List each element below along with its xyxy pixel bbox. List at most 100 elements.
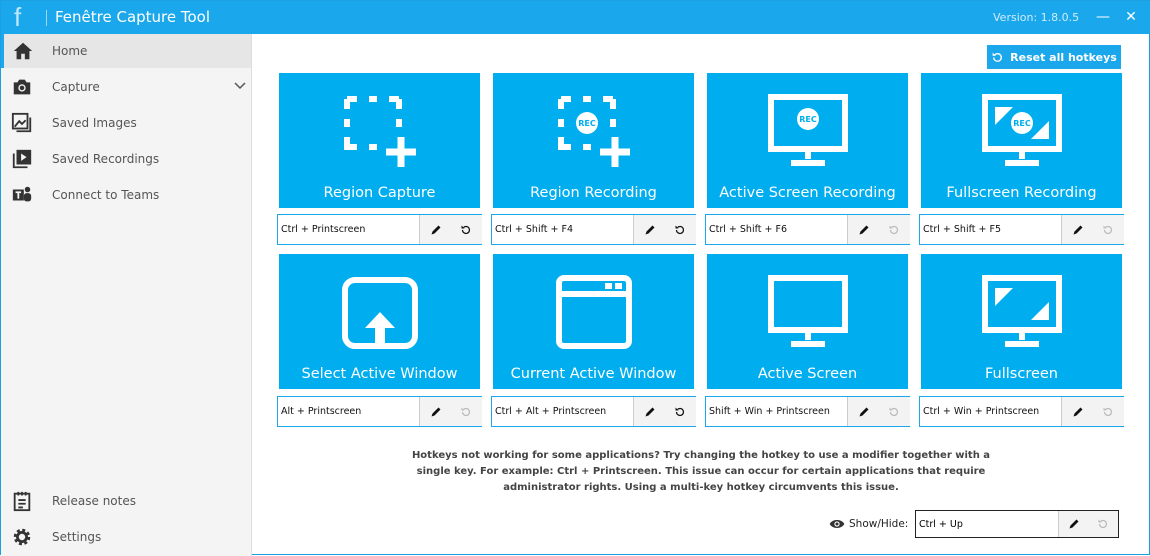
pencil-icon [645, 407, 654, 416]
sidebar-item-home[interactable]: Home [1, 34, 251, 68]
tile-current-active-window[interactable]: Current Active Window [493, 254, 694, 389]
hotkey-field[interactable]: Ctrl + Shift + F4 [491, 214, 696, 245]
reset-hotkey-button[interactable] [450, 215, 482, 244]
region-capture-icon [344, 96, 416, 167]
hotkey-field[interactable]: Ctrl + Alt + Printscreen [491, 396, 696, 427]
hotkey-value: Ctrl + Shift + F5 [923, 224, 1002, 235]
sidebar-item-capture[interactable]: Capture [1, 70, 251, 104]
reset-hotkey-button[interactable] [1092, 215, 1124, 244]
reset-all-hotkeys-button[interactable]: Reset all hotkeys [987, 45, 1121, 69]
hotkey-field[interactable]: Ctrl + Shift + F5 [919, 214, 1124, 245]
reset-icon [992, 52, 1003, 62]
edit-hotkey-button[interactable] [847, 215, 879, 244]
version-label: Version: 1.8.0.5 [993, 11, 1080, 24]
reset-hotkey-button[interactable] [664, 215, 696, 244]
pencil-icon [859, 407, 868, 416]
hotkey-field[interactable]: Ctrl + Printscreen [277, 214, 482, 245]
pencil-icon [1073, 407, 1082, 416]
tile-label: Fullscreen [985, 366, 1058, 382]
reset-hotkey-button[interactable] [1092, 397, 1124, 426]
hotkey-value: Shift + Win + Printscreen [709, 406, 830, 417]
hotkey-value: Ctrl + Printscreen [281, 224, 366, 235]
active-window-icon [556, 275, 632, 349]
screen-recording-icon: REC [768, 94, 848, 166]
undo-icon [1098, 519, 1108, 529]
svg-text:REC: REC [1013, 119, 1031, 128]
reset-all-label: Reset all hotkeys [1010, 50, 1117, 64]
select-window-icon [342, 277, 418, 349]
pencil-icon [431, 407, 440, 416]
edit-hotkey-button[interactable] [847, 397, 879, 426]
reset-hotkey-button[interactable] [1088, 511, 1118, 537]
tile-label: Current Active Window [510, 366, 677, 382]
tile-region-capture[interactable]: Region Capture [279, 73, 480, 208]
gear-icon [13, 528, 31, 546]
undo-icon [889, 407, 899, 416]
tile-region-recording[interactable]: REC Region Recording [493, 73, 694, 208]
fullscreen-icon [982, 275, 1062, 347]
sidebar-item-label: Saved Images [52, 116, 137, 130]
sidebar-item-release-notes[interactable]: Release notes [1, 484, 251, 518]
reset-hotkey-button[interactable] [450, 397, 482, 426]
edit-hotkey-button[interactable] [633, 215, 665, 244]
monitor-icon [768, 275, 848, 347]
fullscreen-recording-icon: REC [982, 94, 1062, 166]
sidebar: Home Capture Saved Images Saved Recordin… [1, 34, 252, 556]
edit-hotkey-button[interactable] [419, 397, 451, 426]
images-icon [11, 112, 32, 133]
eye-icon [829, 520, 845, 528]
pencil-icon [1069, 519, 1078, 529]
camera-icon [13, 79, 31, 95]
sidebar-item-label: Release notes [52, 494, 136, 508]
reset-hotkey-button[interactable] [878, 215, 910, 244]
undo-icon [675, 225, 685, 234]
sidebar-item-connect-teams[interactable]: Connect to Teams [1, 178, 251, 212]
tile-select-active-window[interactable]: Select Active Window [279, 254, 480, 389]
hotkey-field[interactable]: Ctrl + Win + Printscreen [919, 396, 1124, 427]
hotkey-notice: Hotkeys not working for some application… [411, 450, 991, 493]
app-logo: f [14, 2, 22, 32]
sidebar-item-settings[interactable]: Settings [1, 520, 251, 554]
app-title: Fenêtre Capture Tool [55, 8, 211, 26]
hotkey-field[interactable]: Ctrl + Shift + F6 [705, 214, 910, 245]
svg-text:REC: REC [799, 115, 817, 124]
sidebar-item-label: Home [52, 44, 88, 58]
chevron-down-icon[interactable] [234, 79, 246, 91]
tile-fullscreen-recording[interactable]: REC Fullscreen Recording [921, 73, 1122, 208]
sidebar-item-label: Connect to Teams [52, 188, 160, 202]
show-hide-label: Show/Hide: [849, 518, 909, 530]
hotkey-field[interactable]: Shift + Win + Printscreen [705, 396, 910, 427]
tile-label: Select Active Window [301, 366, 458, 382]
pencil-icon [859, 225, 868, 234]
undo-icon [889, 225, 899, 234]
close-button[interactable]: ✕ [1121, 7, 1141, 27]
title-bar: f Fenêtre Capture Tool Version: 1.8.0.5 … [1, 1, 1150, 34]
edit-hotkey-button[interactable] [1061, 215, 1093, 244]
tile-label: Region Capture [323, 185, 436, 201]
show-hide-hotkey-field[interactable]: Ctrl + Up [915, 510, 1119, 538]
tile-fullscreen[interactable]: Fullscreen [921, 254, 1122, 389]
reset-hotkey-button[interactable] [878, 397, 910, 426]
edit-hotkey-button[interactable] [633, 397, 665, 426]
divider [46, 10, 47, 26]
sidebar-item-saved-images[interactable]: Saved Images [1, 106, 251, 140]
hotkey-value: Ctrl + Shift + F6 [709, 224, 788, 235]
reset-hotkey-button[interactable] [664, 397, 696, 426]
undo-icon [461, 407, 471, 416]
region-recording-icon: REC [558, 96, 630, 167]
undo-icon [461, 225, 471, 234]
pencil-icon [431, 225, 440, 234]
edit-hotkey-button[interactable] [1058, 511, 1088, 537]
hotkey-field[interactable]: Alt + Printscreen [277, 396, 482, 427]
tile-active-screen[interactable]: Active Screen [707, 254, 908, 389]
hotkey-value: Ctrl + Up [919, 519, 963, 530]
sidebar-item-saved-recordings[interactable]: Saved Recordings [1, 142, 251, 176]
edit-hotkey-button[interactable] [1061, 397, 1093, 426]
tile-active-screen-recording[interactable]: REC Active Screen Recording [707, 73, 908, 208]
pencil-icon [1073, 225, 1082, 234]
recordings-icon [12, 149, 32, 169]
minimize-button[interactable]: — [1093, 7, 1113, 27]
edit-hotkey-button[interactable] [419, 215, 451, 244]
hotkey-value: Ctrl + Alt + Printscreen [495, 406, 607, 417]
tile-label: Region Recording [530, 185, 657, 201]
